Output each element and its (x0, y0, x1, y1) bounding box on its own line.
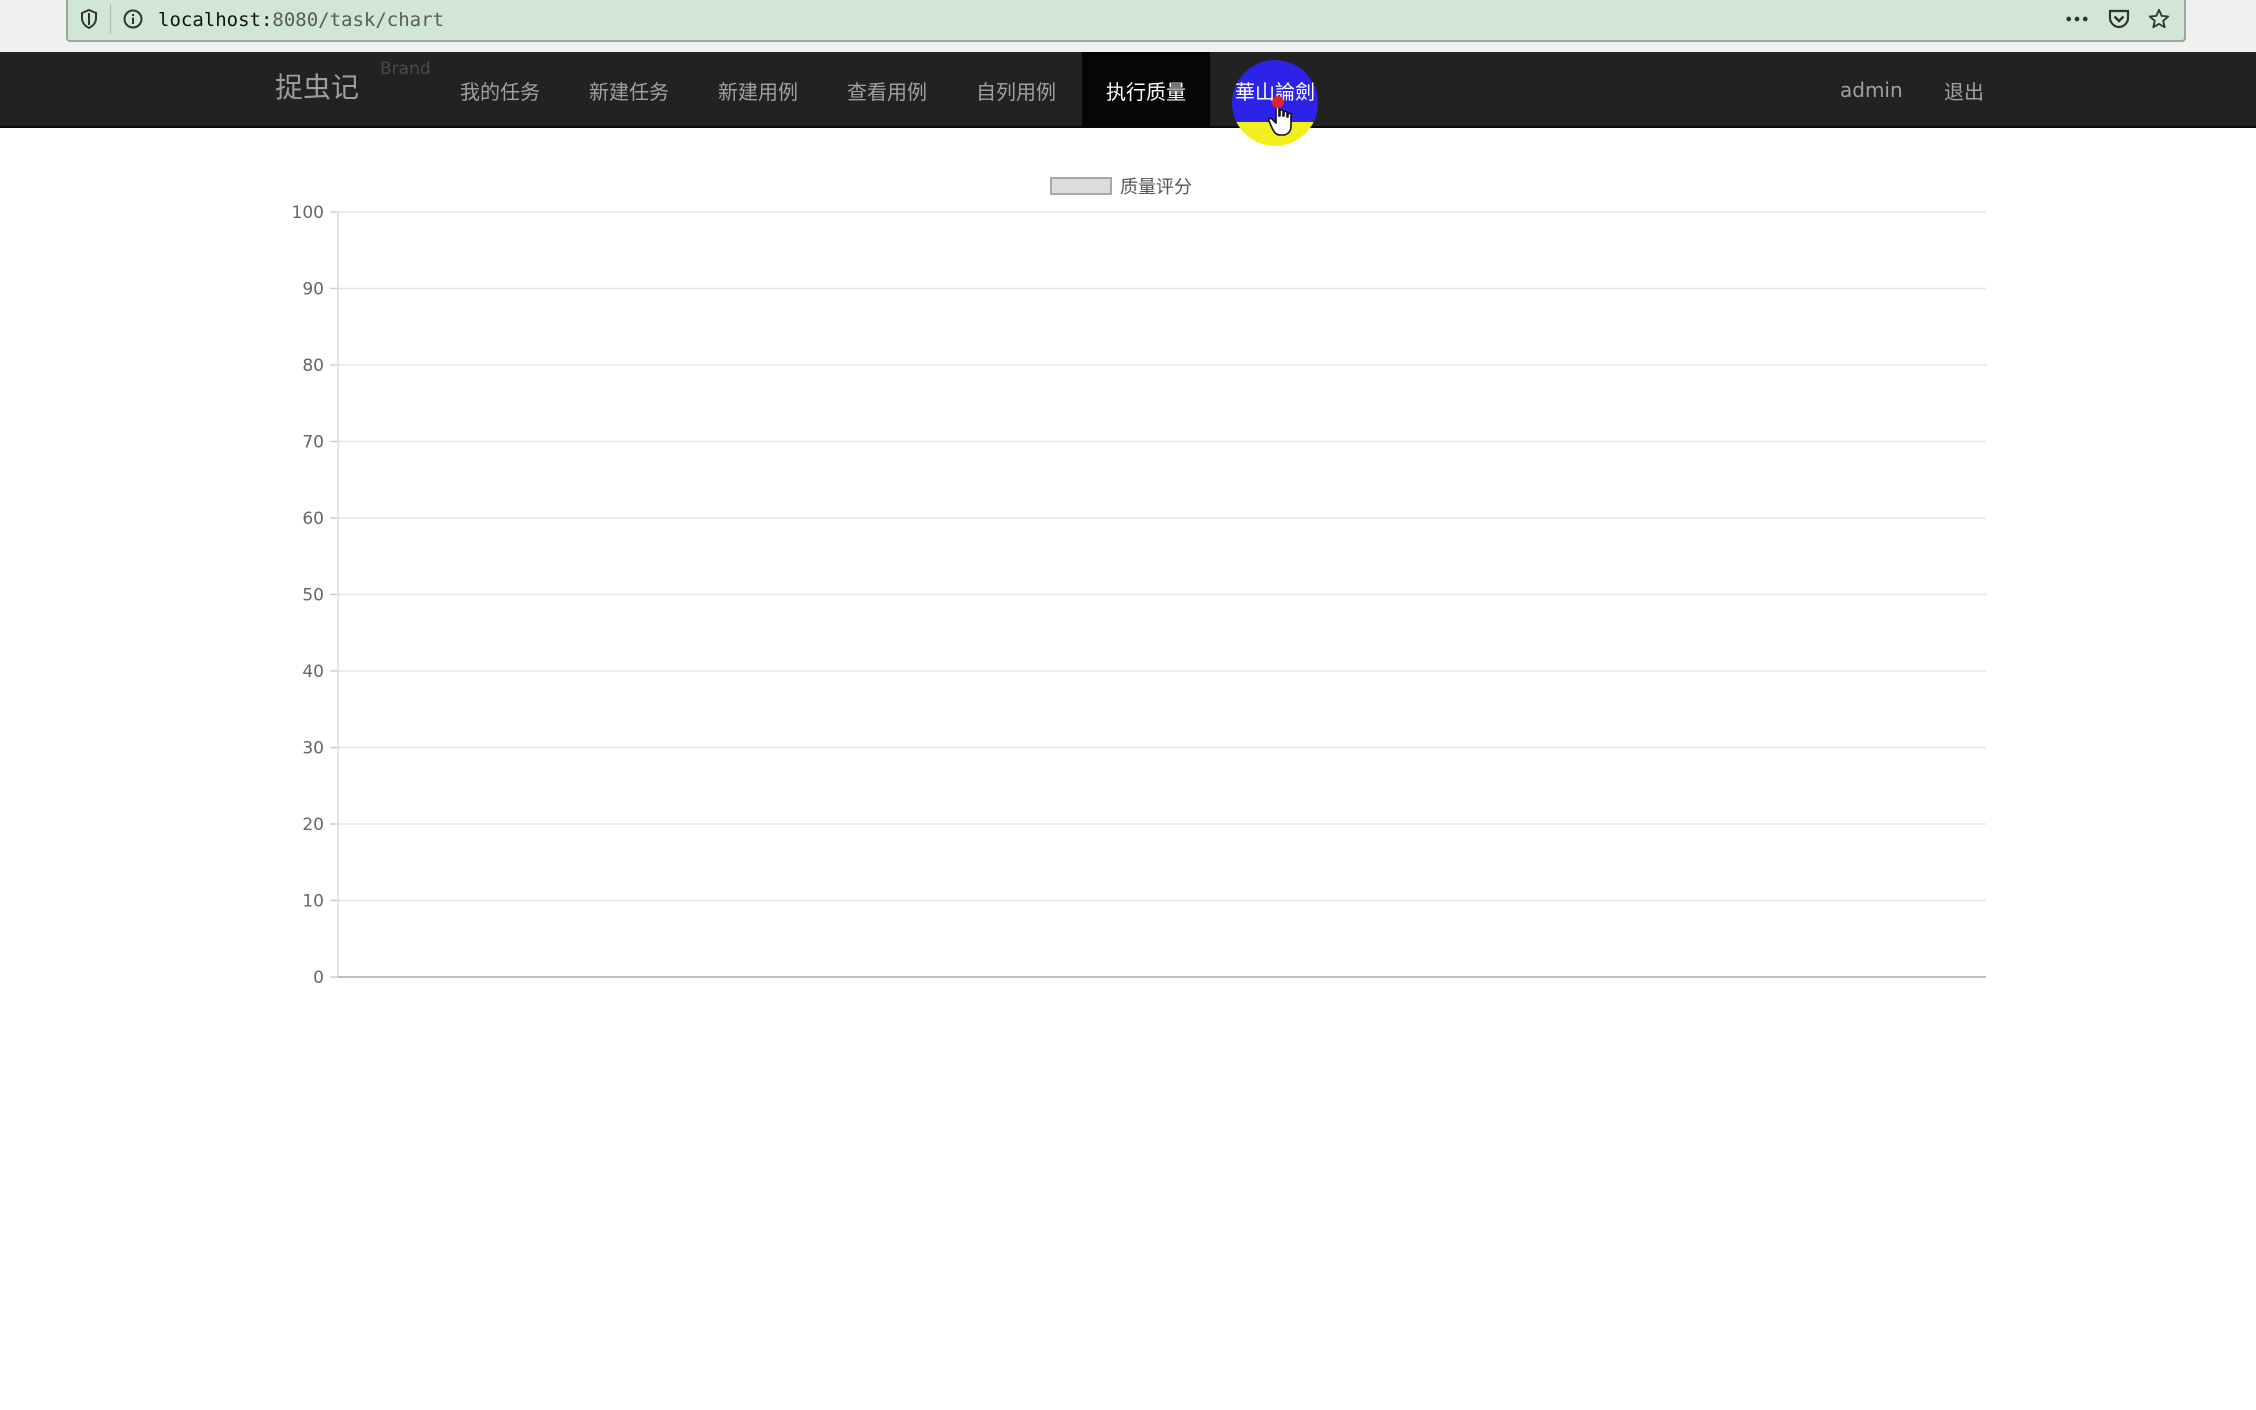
nav-item-my-tasks[interactable]: 我的任务 (445, 52, 555, 128)
pocket-icon[interactable] (2108, 8, 2130, 30)
shield-icon[interactable] (78, 8, 100, 30)
y-tick-label: 70 (302, 433, 324, 453)
y-tick-label: 40 (302, 662, 324, 682)
logout-link[interactable]: 退出 (1944, 52, 1984, 128)
click-marker (1272, 96, 1284, 108)
legend-swatch (1050, 177, 1112, 195)
url-bar[interactable]: localhost:8080/task/chart (66, 0, 2186, 42)
chart-canvas: 0 10 20 30 40 50 60 70 80 90 100 (292, 203, 1986, 988)
y-tick-label: 20 (302, 815, 324, 835)
browser-toolbar: localhost:8080/task/chart (0, 0, 2256, 52)
brand-logo[interactable]: 捉虫记 (275, 70, 359, 106)
y-tick-label: 60 (302, 509, 324, 529)
user-menu[interactable]: admin (1840, 52, 1903, 128)
url-text[interactable]: localhost:8080/task/chart (158, 7, 444, 33)
legend-label: 质量评分 (1120, 177, 1192, 198)
chart-legend[interactable]: 质量评分 (1050, 174, 1192, 198)
nav-item-execution-quality[interactable]: 执行质量 (1082, 52, 1210, 128)
y-tick-label: 10 (302, 892, 324, 912)
brand-ghost-text: Brand (380, 59, 431, 79)
info-icon[interactable] (122, 8, 144, 30)
bookmark-star-icon[interactable] (2148, 8, 2170, 30)
y-tick-label: 30 (302, 739, 324, 759)
url-path: 8080/task/chart (272, 9, 444, 31)
url-divider (110, 4, 111, 34)
y-tick-label: 0 (313, 968, 324, 988)
y-tick-label: 80 (302, 356, 324, 376)
y-tick-label: 50 (302, 586, 324, 606)
nav-item-new-task[interactable]: 新建任务 (574, 52, 684, 128)
nav-item-view-cases[interactable]: 查看用例 (832, 52, 942, 128)
more-icon[interactable] (2066, 8, 2088, 30)
url-host: localhost: (158, 9, 273, 31)
quality-chart: 0 10 20 30 40 50 60 70 80 90 100 质量评分 (0, 130, 2256, 1030)
top-navbar: 捉虫记 Brand 我的任务 新建任务 新建用例 查看用例 自列用例 执行质量 … (0, 52, 2256, 146)
nav-item-new-case[interactable]: 新建用例 (703, 52, 813, 128)
nav-item-own-cases[interactable]: 自列用例 (961, 52, 1071, 128)
y-tick-label: 90 (302, 280, 324, 300)
y-tick-label: 100 (292, 203, 324, 223)
